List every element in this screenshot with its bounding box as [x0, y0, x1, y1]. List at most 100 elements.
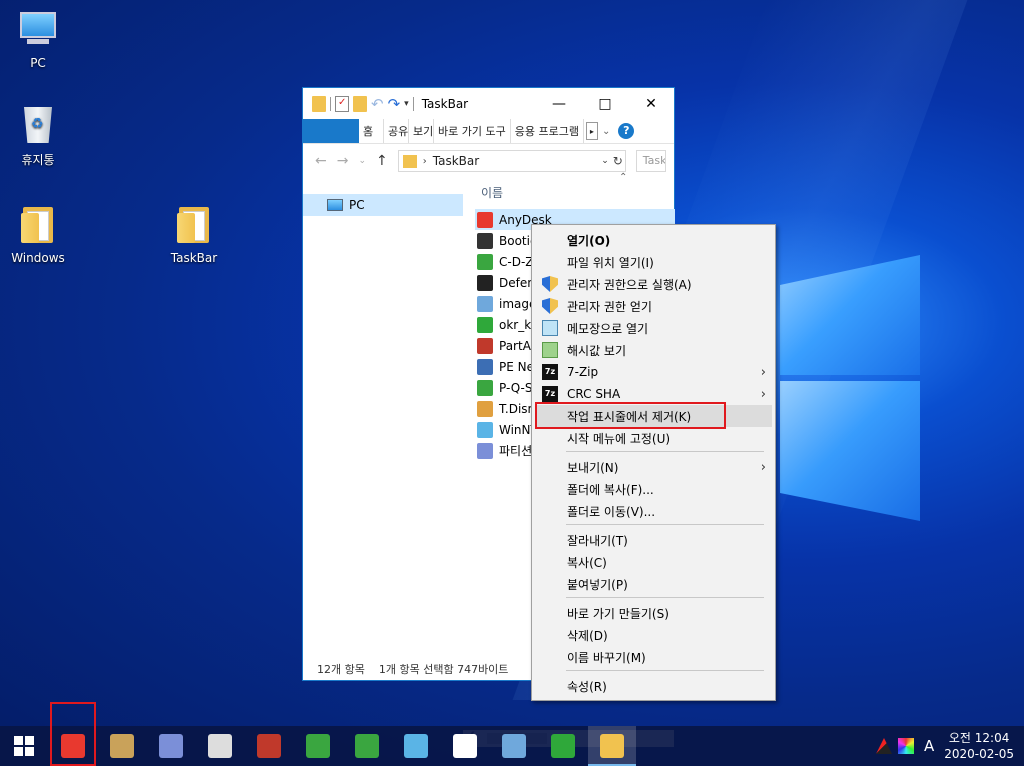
menu-item[interactable]: 관리자 권한 얻기 — [535, 295, 772, 317]
taskbar-app-file-explorer[interactable] — [588, 726, 636, 766]
clock-date: 2020-02-05 — [944, 747, 1014, 761]
address-dropdown-icon[interactable]: ⌄ — [601, 156, 609, 166]
highlight-box-taskbar-anydesk — [50, 702, 96, 766]
expand-ribbon-icon[interactable]: ⌄ — [602, 126, 610, 137]
properties-icon[interactable] — [335, 95, 349, 112]
submenu-arrow-icon: › — [760, 386, 766, 402]
menu-item[interactable]: 속성(R) — [535, 675, 772, 697]
partition-icon — [159, 734, 183, 758]
menu-item[interactable]: 파일 위치 열기(I) — [535, 251, 772, 273]
folder-icon — [174, 207, 214, 247]
forward-icon[interactable]: → — [337, 153, 349, 169]
file-row[interactable]: C-D-Z — [477, 251, 534, 272]
back-icon[interactable]: ← — [315, 153, 327, 169]
column-header-name[interactable]: 이름 — [481, 184, 503, 201]
file-row[interactable]: P-Q-S — [477, 377, 532, 398]
menu-item-label: 바로 가기 만들기(S) — [567, 606, 669, 621]
menu-item[interactable]: 폴더에 복사(F)... — [535, 478, 772, 500]
recent-locations-icon[interactable]: ⌄ — [358, 156, 366, 166]
menu-item[interactable]: 7z 7-Zip › — [535, 361, 772, 383]
menu-item[interactable]: 이름 바꾸기(M) — [535, 646, 772, 668]
menu-item[interactable]: 복사(C) — [535, 551, 772, 573]
recycle-bin-icon — [18, 107, 58, 147]
desktop-icon-pc[interactable]: PC — [0, 8, 76, 70]
start-button[interactable] — [0, 726, 48, 766]
search-input[interactable]: TaskBar 검색 — [635, 150, 666, 172]
taskbar-app-defender-shield[interactable] — [441, 726, 489, 766]
address-field[interactable]: › TaskBar ⌄ ↻ — [397, 150, 626, 172]
refresh-icon[interactable]: ↻ — [613, 154, 623, 168]
taskbar: A 오전 12:04 2020-02-05 — [0, 726, 1024, 766]
taskbar-app-c-d-z[interactable] — [294, 726, 342, 766]
windows-start-icon — [14, 736, 34, 756]
up-icon[interactable]: ↑ — [376, 153, 388, 169]
tab-share[interactable]: 공유 — [384, 119, 409, 143]
network-icon[interactable] — [875, 738, 892, 754]
desktop-icon-taskbar-folder[interactable]: TaskBar — [156, 205, 232, 265]
menu-item-label: 복사(C) — [567, 555, 607, 570]
file-row[interactable]: 파티션 — [477, 440, 532, 461]
menu-item[interactable]: 시작 메뉴에 고정(U) — [535, 427, 772, 449]
taskbar-app-partassist[interactable] — [245, 726, 293, 766]
menu-item[interactable]: 메모장으로 열기 — [535, 317, 772, 339]
desktop-icon-recycle-bin[interactable]: 휴지통 — [0, 105, 76, 168]
ribbon-more-icon[interactable]: ▸ — [585, 122, 598, 140]
taskbar-app-defender[interactable] — [196, 726, 244, 766]
maximize-button[interactable]: □ — [582, 88, 628, 119]
file-explorer-icon — [600, 734, 624, 758]
file-row[interactable]: T.Dism — [477, 398, 539, 419]
menu-item-label: 이름 바꾸기(M) — [567, 650, 646, 665]
file-icon — [477, 442, 493, 459]
menu-item[interactable]: 해시값 보기 — [535, 339, 772, 361]
color-display-icon[interactable] — [897, 738, 914, 754]
minimize-button[interactable]: — — [536, 88, 582, 119]
undo-icon[interactable]: ↶ — [371, 96, 384, 112]
clock[interactable]: 오전 12:04 2020-02-05 — [944, 730, 1014, 762]
redo-icon[interactable]: ↷ — [388, 96, 401, 112]
ime-indicator[interactable]: A — [924, 737, 934, 755]
menu-item-label: 속성(R) — [567, 679, 607, 694]
menu-item[interactable]: 관리자 권한으로 실행(A) — [535, 273, 772, 295]
tab-application[interactable]: 응용 프로그램 — [511, 119, 584, 143]
tab-shortcut-tools[interactable]: 바로 가기 도구 — [434, 119, 511, 143]
nav-item-pc[interactable]: PC — [303, 194, 463, 216]
file-name: C-D-Z — [499, 254, 534, 269]
taskbar-app-bootice[interactable] — [98, 726, 146, 766]
new-folder-icon[interactable] — [353, 95, 367, 112]
pc-icon — [18, 12, 58, 52]
taskbar-app-partition[interactable] — [147, 726, 195, 766]
taskbar-app-winntsetup[interactable] — [392, 726, 440, 766]
menu-item-label: 삭제(D) — [567, 628, 608, 643]
customize-toolbar-icon[interactable]: ▾ — [404, 99, 409, 109]
desktop-icon-label: Windows — [11, 251, 65, 265]
file-icon — [477, 358, 493, 375]
taskbar-app-okr-kill[interactable] — [539, 726, 587, 766]
menu-item[interactable]: 바로 가기 만들기(S) — [535, 602, 772, 624]
menu-separator — [566, 670, 764, 671]
menu-item[interactable]: 열기(O) — [535, 229, 772, 251]
menu-item[interactable]: 폴더로 이동(V)... — [535, 500, 772, 522]
close-button[interactable]: ✕ — [628, 88, 674, 119]
breadcrumb-separator-icon: › — [422, 155, 427, 167]
menu-separator — [566, 524, 764, 525]
menu-item[interactable]: 잘라내기(T) — [535, 529, 772, 551]
taskbar-app-imagex[interactable] — [490, 726, 538, 766]
tab-view[interactable]: 보기 — [409, 119, 434, 143]
menu-item[interactable]: 보내기(N) › — [535, 456, 772, 478]
tab-home[interactable]: 홈 — [359, 119, 384, 143]
title-bar[interactable]: ↶ ↷ ▾ TaskBar — □ ✕ — [303, 88, 674, 119]
tab-file[interactable] — [303, 119, 359, 143]
taskbar-app-p-q-s[interactable] — [343, 726, 391, 766]
menu-item-label: 보내기(N) — [567, 460, 619, 475]
navigation-pane: PC — [303, 178, 463, 658]
menu-item-label: 폴더로 이동(V)... — [567, 504, 656, 519]
menu-item[interactable]: 붙여넣기(P) — [535, 573, 772, 595]
winntsetup-icon — [404, 734, 428, 758]
desktop-icon-windows-folder[interactable]: Windows — [0, 205, 76, 265]
bootice-icon — [110, 734, 134, 758]
uac-shield-icon — [542, 298, 558, 314]
file-icon — [477, 400, 493, 417]
menu-item[interactable]: 삭제(D) — [535, 624, 772, 646]
help-icon[interactable]: ? — [618, 123, 635, 139]
breadcrumb[interactable]: TaskBar — [433, 154, 479, 168]
